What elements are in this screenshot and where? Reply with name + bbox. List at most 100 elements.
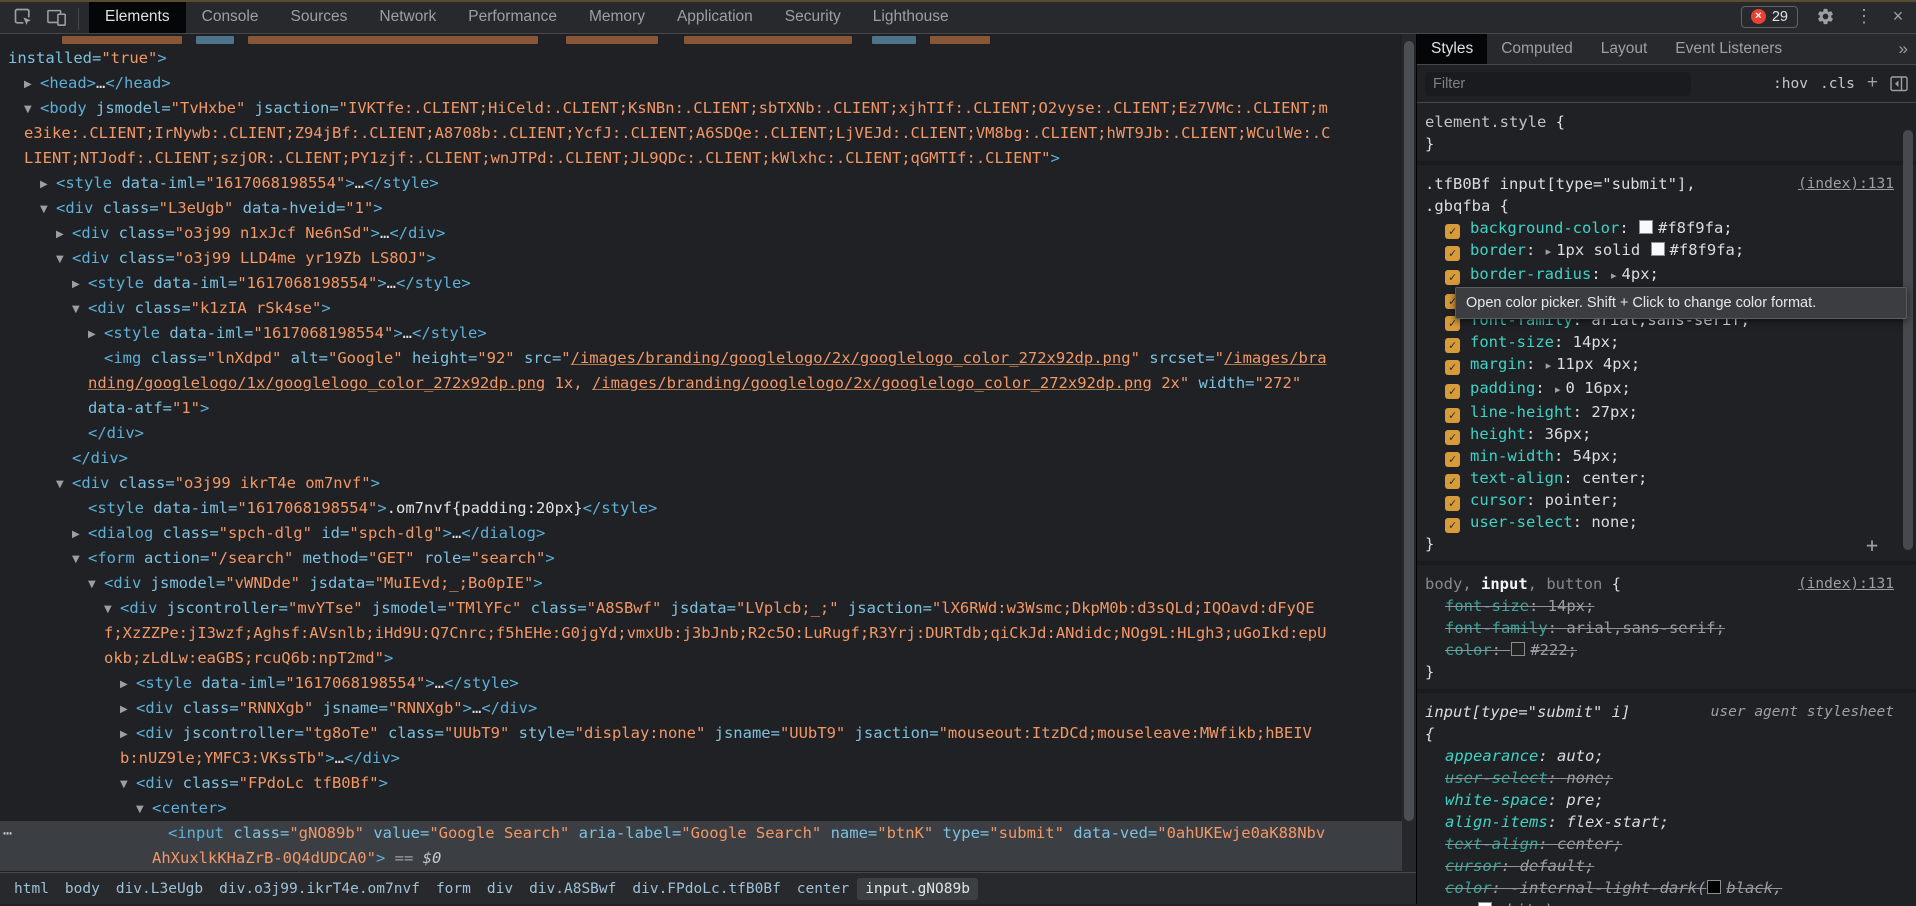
more-options-kebab-icon[interactable]: ⋮: [1852, 6, 1876, 27]
tab-sources[interactable]: Sources: [275, 0, 364, 33]
css-property[interactable]: ✓user-select: none;: [1425, 511, 1908, 533]
breadcrumb-item[interactable]: div.FPdoLc.tfB0Bf: [624, 878, 788, 900]
breadcrumb-item[interactable]: body: [57, 878, 108, 900]
property-checkbox[interactable]: ✓: [1445, 270, 1460, 285]
css-property[interactable]: text-align: center;: [1425, 833, 1908, 855]
css-property[interactable]: cursor: default;: [1425, 855, 1908, 877]
styles-filter-input[interactable]: [1425, 72, 1691, 96]
property-checkbox[interactable]: ✓: [1445, 384, 1460, 399]
expand-arrow-icon[interactable]: ▼: [40, 197, 56, 222]
expand-arrow-icon[interactable]: ▼: [72, 547, 88, 572]
dom-row[interactable]: ▶<dialog class="spch-dlg" id="spch-dlg">…: [0, 521, 1402, 546]
styles-scrollbar-thumb[interactable]: [1903, 130, 1913, 550]
dom-row[interactable]: nding/googlelogo/1x/googlelogo_color_272…: [0, 371, 1402, 396]
css-property[interactable]: ✓line-height: 27px;: [1425, 401, 1908, 423]
rule-selector[interactable]: (index):131.tfB0Bf input[type="submit"],: [1425, 173, 1908, 195]
css-property[interactable]: white);: [1425, 899, 1908, 906]
inspect-element-icon[interactable]: [6, 4, 40, 30]
expand-arrow-icon[interactable]: ▶: [24, 72, 40, 97]
dom-row[interactable]: ▶<style data-iml="1617068198554">…</styl…: [0, 171, 1402, 196]
css-property[interactable]: appearance: auto;: [1425, 745, 1908, 767]
rule-selector[interactable]: .gbqfba {: [1425, 195, 1908, 217]
expand-arrow-icon[interactable]: ▼: [72, 297, 88, 322]
styles-tab-styles[interactable]: Styles: [1417, 33, 1487, 64]
expand-arrow-icon[interactable]: ▼: [136, 797, 152, 822]
expand-arrow-icon[interactable]: ▶: [72, 272, 88, 297]
color-swatch[interactable]: [1651, 242, 1665, 256]
dom-row[interactable]: <img class="lnXdpd" alt="Google" height=…: [0, 346, 1402, 371]
tab-network[interactable]: Network: [363, 0, 452, 33]
console-errors-badge[interactable]: × 29: [1741, 6, 1798, 28]
css-property[interactable]: ✓text-align: center;: [1425, 467, 1908, 489]
dom-row[interactable]: ▶<head>…</head>: [0, 71, 1402, 96]
breadcrumb-item[interactable]: form: [428, 878, 479, 900]
css-property[interactable]: color: #222;: [1425, 639, 1908, 661]
expand-arrow-icon[interactable]: ▼: [104, 597, 120, 622]
property-checkbox[interactable]: ✓: [1445, 474, 1460, 489]
css-property[interactable]: ✓padding: ▸0 16px;: [1425, 377, 1908, 401]
dom-row[interactable]: <style data-iml="1617068198554">.om7nvf{…: [0, 496, 1402, 521]
row-actions-icon[interactable]: ⋯: [3, 821, 11, 846]
tab-elements[interactable]: Elements: [89, 0, 186, 33]
dom-row[interactable]: </div>: [0, 421, 1402, 446]
rule-selector[interactable]: (index):131body, input, button {: [1425, 573, 1908, 595]
dom-row[interactable]: ▼<div class="k1zIA rSk4se">: [0, 296, 1402, 321]
expand-arrow-icon[interactable]: ▶: [120, 697, 136, 722]
dom-row[interactable]: installed="true">: [0, 46, 1402, 71]
styles-scrollbar[interactable]: [1903, 64, 1914, 904]
dom-row[interactable]: ⋯<input class="gNO89b" value="Google Sea…: [0, 821, 1402, 846]
breadcrumb-item[interactable]: div.L3eUgb: [108, 878, 211, 900]
toggle-hover-state-button[interactable]: :hov: [1773, 76, 1808, 92]
dom-row[interactable]: ▼<center>: [0, 796, 1402, 821]
dom-row[interactable]: ▶<style data-iml="1617068198554">…</styl…: [0, 321, 1402, 346]
dom-row[interactable]: data-atf="1">: [0, 396, 1402, 421]
css-property[interactable]: ✓font-size: 14px;: [1425, 331, 1908, 353]
css-property[interactable]: ✓height: 36px;: [1425, 423, 1908, 445]
expand-arrow-icon[interactable]: ▶: [72, 522, 88, 547]
css-property[interactable]: font-family: arial,sans-serif;: [1425, 617, 1908, 639]
dom-row[interactable]: AhXuxlkKHaZrB-0Q4dUDCA0"> == $0: [0, 846, 1402, 871]
expand-arrow-icon[interactable]: ▶: [56, 222, 72, 247]
dom-row[interactable]: ▶<style data-iml="1617068198554">…</styl…: [0, 671, 1402, 696]
styles-tab-computed[interactable]: Computed: [1487, 33, 1587, 64]
expand-arrow-icon[interactable]: ▶: [120, 672, 136, 697]
tab-lighthouse[interactable]: Lighthouse: [857, 0, 965, 33]
property-checkbox[interactable]: ✓: [1445, 518, 1460, 533]
new-style-rule-icon[interactable]: +: [1867, 72, 1878, 94]
property-checkbox[interactable]: ✓: [1445, 408, 1460, 423]
css-property[interactable]: font-size: 14px;: [1425, 595, 1908, 617]
color-swatch[interactable]: [1707, 880, 1721, 894]
dom-row[interactable]: ▼<div jsmodel="vWNDde" jsdata="MuIEvd;_;…: [0, 571, 1402, 596]
breadcrumb-item[interactable]: div: [479, 878, 521, 900]
expand-shorthand-icon[interactable]: ▸: [1546, 245, 1552, 258]
css-property[interactable]: ✓background-color: #f8f9fa;: [1425, 217, 1908, 239]
settings-gear-icon[interactable]: [1808, 4, 1842, 30]
property-checkbox[interactable]: ✓: [1445, 452, 1460, 467]
dom-row[interactable]: okb;zLdLw:eaGBS;rcuQ6b:npT2md">: [0, 646, 1402, 671]
breadcrumb-item[interactable]: html: [6, 878, 57, 900]
property-checkbox[interactable]: ✓: [1445, 430, 1460, 445]
dom-row[interactable]: ▼<div class="L3eUgb" data-hveid="1">: [0, 196, 1402, 221]
breadcrumb-item[interactable]: input.gNO89b: [857, 878, 978, 900]
more-tabs-icon[interactable]: »: [1899, 33, 1908, 64]
dom-scrollbar-thumb[interactable]: [1404, 41, 1414, 821]
new-style-rule-button[interactable]: +: [1866, 533, 1878, 557]
device-toolbar-icon[interactable]: [40, 4, 74, 30]
css-property[interactable]: ✓margin: ▸11px 4px;: [1425, 353, 1908, 377]
expand-shorthand-icon[interactable]: ▸: [1611, 269, 1617, 282]
property-checkbox[interactable]: ✓: [1445, 246, 1460, 261]
dom-row[interactable]: ▼<form action="/search" method="GET" rol…: [0, 546, 1402, 571]
expand-arrow-icon[interactable]: ▼: [24, 97, 40, 122]
dom-row[interactable]: ▼<body jsmodel="TvHxbe" jsaction="IVKTfe…: [0, 96, 1402, 121]
breadcrumb-item[interactable]: div.A8SBwf: [521, 878, 624, 900]
css-property[interactable]: ✓min-width: 54px;: [1425, 445, 1908, 467]
expand-arrow-icon[interactable]: ▶: [88, 322, 104, 347]
property-checkbox[interactable]: ✓: [1445, 338, 1460, 353]
dom-row[interactable]: </div>: [0, 446, 1402, 471]
css-property[interactable]: user-select: none;: [1425, 767, 1908, 789]
dom-row[interactable]: ▶<style data-iml="1617068198554">…</styl…: [0, 271, 1402, 296]
expand-arrow-icon[interactable]: ▼: [120, 772, 136, 797]
css-property[interactable]: ✓cursor: pointer;: [1425, 489, 1908, 511]
dom-row[interactable]: ▶<div jscontroller="tg8oTe" class="UUbT9…: [0, 721, 1402, 746]
property-checkbox[interactable]: ✓: [1445, 360, 1460, 375]
